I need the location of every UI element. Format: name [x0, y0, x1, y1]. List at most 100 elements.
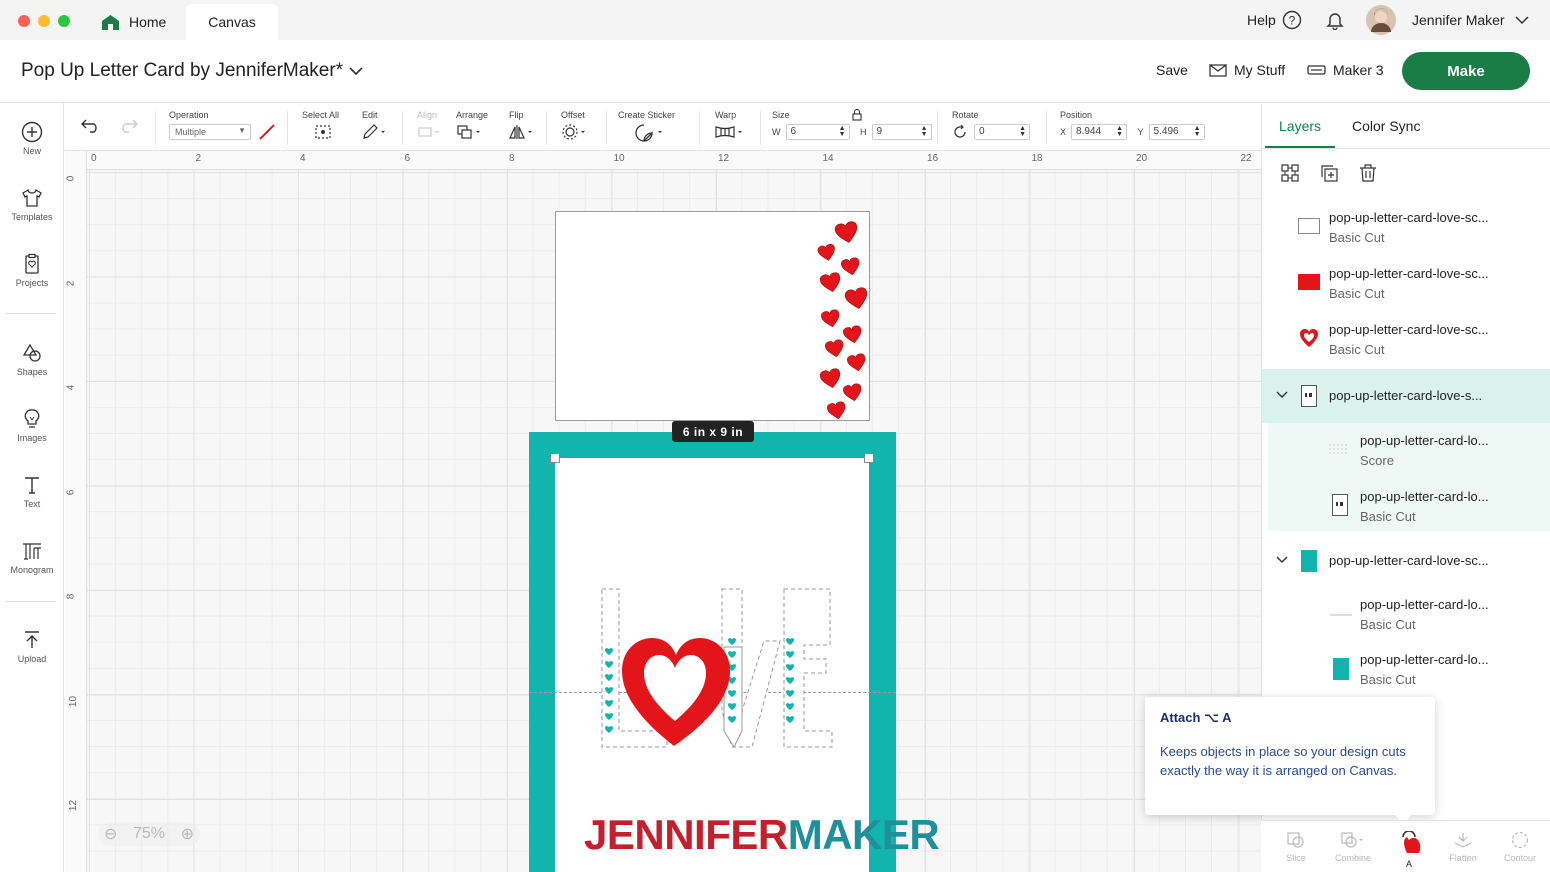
arrange-label: Arrange	[456, 110, 489, 120]
trash-icon[interactable]	[1358, 163, 1378, 183]
offset-button[interactable]: Offset	[561, 110, 589, 142]
sidebar-item-monogram[interactable]: Monogram	[0, 540, 64, 575]
slice-button[interactable]: Slice	[1268, 831, 1324, 863]
warp-icon	[715, 126, 742, 138]
combine-button[interactable]: Combine	[1325, 831, 1381, 863]
monogram-icon	[23, 543, 41, 560]
layer-name: pop-up-letter-card-love-sc...	[1329, 322, 1489, 337]
edit-button[interactable]: Edit	[362, 110, 386, 142]
x-position-input[interactable]: 8.944 ▲ ▼	[1071, 124, 1128, 140]
watermark-logo: JENNIFERMAKER	[584, 811, 940, 859]
design-canvas[interactable]: 0 2 4 6 8 10 12 14 16 18 20 22 0 2 4 6 8 10 12 6 in x 9 i…	[65, 151, 1261, 872]
select-all-button[interactable]: Select All	[302, 110, 339, 142]
layer-row[interactable]: pop-up-letter-card-lo... Basic Cut	[1268, 479, 1550, 531]
offset-label: Offset	[561, 110, 585, 120]
sidebar-item-upload[interactable]: Upload	[0, 629, 64, 664]
notifications-button[interactable]	[1325, 0, 1345, 40]
rotate-icon	[954, 124, 966, 138]
layer-row[interactable]: pop-up-letter-card-love-sc... Basic Cut	[1262, 200, 1550, 256]
chevron-down-icon[interactable]	[1276, 390, 1288, 400]
zoom-control[interactable]: ⊖ 75% ⊕	[98, 822, 200, 846]
card-front-panel[interactable]	[555, 211, 870, 421]
sidebar-divider	[6, 601, 56, 602]
resize-handle-top-right[interactable]	[864, 453, 874, 463]
chevron-down-icon	[349, 67, 363, 76]
my-stuff-button[interactable]: My Stuff	[1209, 62, 1285, 78]
sidebar-item-label: Text	[23, 499, 41, 509]
tab-home[interactable]: Home	[92, 4, 188, 40]
red-heart-icon	[819, 272, 841, 293]
duplicate-icon[interactable]	[1319, 163, 1339, 183]
redo-button[interactable]	[117, 117, 139, 135]
help-link[interactable]: Help ?	[1247, 0, 1302, 40]
stepper-icon: ▲ ▼	[1116, 125, 1124, 138]
position-label: Position	[1060, 110, 1093, 120]
chevron-down-icon[interactable]	[1276, 555, 1288, 565]
sidebar-item-templates[interactable]: Templates	[0, 187, 64, 222]
layer-group-row[interactable]: pop-up-letter-card-love-sc...	[1262, 533, 1550, 589]
layer-thumbnail-card	[1332, 494, 1348, 516]
sidebar-item-shapes[interactable]: Shapes	[0, 342, 64, 377]
x-label: X	[1060, 127, 1067, 137]
color-swatch-icon[interactable]	[259, 124, 275, 140]
layer-group-row-selected[interactable]: pop-up-letter-card-love-s...	[1262, 369, 1550, 423]
lock-proportions-button[interactable]	[852, 108, 862, 123]
layer-row[interactable]: pop-up-letter-card-love-sc... Basic Cut	[1262, 256, 1550, 312]
tab-layers-label: Layers	[1279, 118, 1322, 134]
rotate-input[interactable]: 0 ▲ ▼	[974, 124, 1030, 140]
zoom-in-icon[interactable]: ⊕	[181, 824, 194, 844]
sidebar-item-new[interactable]: New	[0, 121, 64, 156]
love-popup-letters[interactable]	[592, 581, 837, 756]
machine-label: Maker 3	[1333, 62, 1384, 78]
machine-selector[interactable]: Maker 3	[1307, 62, 1384, 78]
red-heart-icon	[825, 339, 844, 358]
group-icon[interactable]	[1280, 163, 1300, 183]
layer-row[interactable]: pop-up-letter-card-lo... Basic Cut	[1262, 595, 1550, 651]
operation-select[interactable]: Multiple ▼	[169, 124, 251, 140]
y-position-input[interactable]: 5.496 ▲ ▼	[1148, 124, 1205, 140]
undo-button[interactable]	[80, 117, 102, 135]
svg-text:?: ?	[1288, 14, 1295, 28]
save-button[interactable]: Save	[1156, 62, 1188, 78]
layer-row[interactable]: pop-up-letter-card-love-sc... Basic Cut	[1262, 312, 1550, 368]
ruler-tick-label: 18	[1031, 153, 1043, 164]
flip-button[interactable]: Flip	[509, 110, 537, 142]
layer-row[interactable]: pop-up-letter-card-lo... Score	[1268, 423, 1550, 479]
plus-circle-icon	[21, 121, 43, 143]
tab-color-sync[interactable]: Color Sync	[1352, 118, 1420, 134]
warp-button[interactable]: Warp	[715, 110, 745, 142]
layer-name: pop-up-letter-card-love-sc...	[1329, 266, 1489, 281]
attach-tooltip: Attach ⌥ A Keeps objects in place so you…	[1145, 697, 1435, 823]
maximize-window-button[interactable]	[58, 15, 70, 27]
make-button[interactable]: Make	[1402, 52, 1530, 90]
contour-button[interactable]: Contour	[1492, 831, 1548, 863]
sidebar-item-images[interactable]: Images	[0, 408, 64, 443]
ruler-tick-label: 0	[65, 175, 77, 182]
select-all-icon	[315, 125, 331, 139]
height-input[interactable]: 9 ▲ ▼	[871, 124, 932, 140]
align-button[interactable]: Align	[417, 110, 441, 142]
arrange-button[interactable]: Arrange	[456, 110, 488, 142]
ruler-tick-label: 0	[91, 153, 97, 164]
sidebar-item-projects[interactable]: Projects	[0, 253, 64, 288]
attach-button[interactable]: A	[1381, 831, 1437, 869]
flatten-button[interactable]: Flatten	[1435, 831, 1491, 863]
tab-canvas[interactable]: Canvas	[186, 4, 278, 40]
home-icon	[102, 14, 119, 30]
red-heart-icon	[843, 325, 862, 344]
zoom-out-icon[interactable]: ⊖	[104, 824, 117, 844]
save-label: Save	[1156, 62, 1188, 78]
create-sticker-button[interactable]: Create Sticker	[618, 110, 675, 144]
width-label: W	[772, 127, 781, 137]
flatten-icon	[1454, 833, 1472, 848]
width-input[interactable]: 6 ▲ ▼	[785, 124, 850, 140]
user-menu[interactable]: Jennifer Maker	[1365, 0, 1529, 40]
upload-icon	[25, 631, 39, 648]
tab-layers[interactable]: Layers	[1279, 118, 1321, 134]
close-window-button[interactable]	[18, 15, 30, 27]
layer-name: pop-up-letter-card-love-s...	[1329, 388, 1483, 403]
resize-handle-top-left[interactable]	[550, 453, 560, 463]
project-title-menu[interactable]: Pop Up Letter Card by JenniferMaker*	[21, 60, 363, 82]
minimize-window-button[interactable]	[38, 15, 50, 27]
sidebar-item-text[interactable]: Text	[0, 474, 64, 509]
